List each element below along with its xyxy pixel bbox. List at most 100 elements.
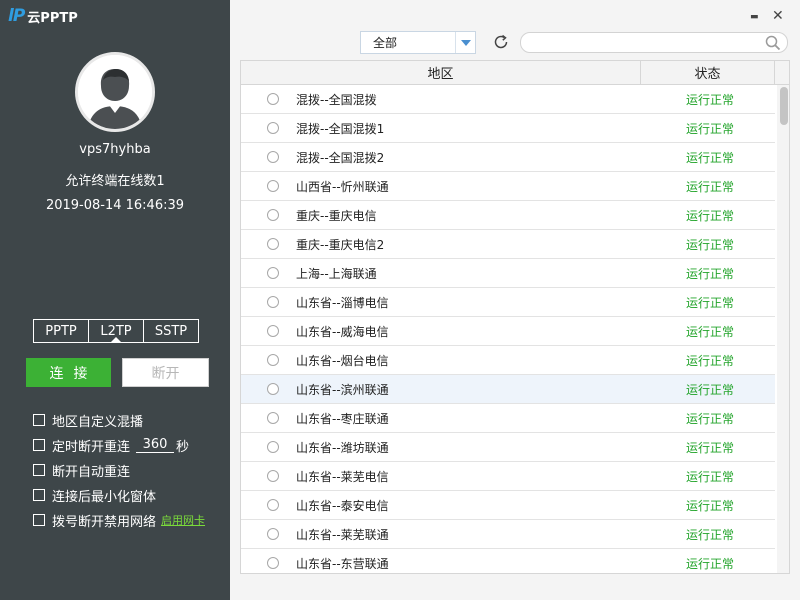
scrollbar-thumb[interactable] <box>780 87 788 125</box>
row-radio[interactable] <box>267 180 279 192</box>
seconds-unit: 秒 <box>176 439 190 455</box>
disable-network-label: 拨号断开禁用网络 <box>52 514 157 530</box>
row-status: 运行正常 <box>686 469 735 484</box>
region-filter-value: 全部 <box>373 36 398 50</box>
row-radio[interactable] <box>267 354 279 366</box>
table-row[interactable]: 山东省--潍坊联通 运行正常 <box>241 433 775 462</box>
row-region-name: 山东省--枣庄联通 <box>296 411 389 426</box>
search-icon[interactable] <box>765 35 781 51</box>
minimize-after-label: 连接后最小化窗体 <box>52 489 157 505</box>
sidebar: lP 云PPTP vps7hyhba 允许终端在线数1 2019-08-14 1… <box>0 0 230 600</box>
row-status: 运行正常 <box>686 266 735 281</box>
table-row[interactable]: 混拨--全国混拨1 运行正常 <box>241 114 775 143</box>
row-region-name: 山东省--滨州联通 <box>296 382 389 397</box>
row-status: 运行正常 <box>686 179 735 194</box>
row-radio[interactable] <box>267 557 279 569</box>
row-region-name: 山东省--莱芜联通 <box>296 527 389 542</box>
table-row[interactable]: 山东省--莱芜联通 运行正常 <box>241 520 775 549</box>
app-logo: lP 云PPTP <box>8 6 78 26</box>
enable-nic-link[interactable]: 启用网卡 <box>161 512 205 528</box>
row-status: 运行正常 <box>686 498 735 513</box>
row-status: 运行正常 <box>686 121 735 136</box>
table-row[interactable]: 山东省--枣庄联通 运行正常 <box>241 404 775 433</box>
disconnect-button[interactable]: 断开 <box>122 358 209 387</box>
reconnect-seconds-input[interactable]: 360 <box>136 437 175 453</box>
table-body: 混拨--全国混拨 运行正常 混拨--全国混拨1 运行正常 混拨--全国混拨2 运行正常 山西… <box>241 85 775 573</box>
row-region-name: 上海--上海联通 <box>296 266 377 281</box>
option-minimize-after: 连接后最小化窗体 <box>33 486 157 505</box>
row-status: 运行正常 <box>686 527 735 542</box>
row-status: 运行正常 <box>686 353 735 368</box>
row-radio[interactable] <box>267 238 279 250</box>
row-radio[interactable] <box>267 209 279 221</box>
table-row[interactable]: 混拨--全国混拨 运行正常 <box>241 85 775 114</box>
row-status: 运行正常 <box>686 382 735 397</box>
option-timed-reconnect: 定时断开重连 360 秒 <box>33 436 190 455</box>
row-region-name: 山东省--威海电信 <box>296 324 389 339</box>
row-status: 运行正常 <box>686 237 735 252</box>
row-region-name: 山东省--莱芜电信 <box>296 469 389 484</box>
row-region-name: 重庆--重庆电信 <box>296 208 377 223</box>
row-radio[interactable] <box>267 412 279 424</box>
row-radio[interactable] <box>267 296 279 308</box>
row-status: 运行正常 <box>686 411 735 426</box>
table-row[interactable]: 山东省--泰安电信 运行正常 <box>241 491 775 520</box>
tab-sstp[interactable]: SSTP <box>143 319 199 343</box>
row-radio[interactable] <box>267 151 279 163</box>
option-auto-reconnect: 断开自动重连 <box>33 461 130 480</box>
connect-button[interactable]: 连接 <box>26 358 111 387</box>
row-radio[interactable] <box>267 383 279 395</box>
table-row[interactable]: 山东省--莱芜电信 运行正常 <box>241 462 775 491</box>
region-filter-select[interactable]: 全部 <box>360 31 476 54</box>
table-scrollbar[interactable] <box>777 85 789 573</box>
table-row[interactable]: 混拨--全国混拨2 运行正常 <box>241 143 775 172</box>
search-box <box>520 32 788 53</box>
refresh-icon[interactable] <box>492 33 510 51</box>
disable-network-checkbox[interactable] <box>33 514 45 526</box>
row-status: 运行正常 <box>686 92 735 107</box>
protocol-tabs: PPTP L2TP SSTP <box>33 319 199 343</box>
table-row[interactable]: 山西省--忻州联通 运行正常 <box>241 172 775 201</box>
table-row[interactable]: 山东省--烟台电信 运行正常 <box>241 346 775 375</box>
row-region-name: 重庆--重庆电信2 <box>296 237 385 252</box>
row-radio[interactable] <box>267 325 279 337</box>
auto-reconnect-checkbox[interactable] <box>33 464 45 476</box>
device-limit: 允许终端在线数1 <box>65 174 165 189</box>
row-status: 运行正常 <box>686 556 735 571</box>
minimize-button[interactable]: ▬ <box>750 12 759 22</box>
search-input[interactable] <box>531 35 756 50</box>
timed-reconnect-checkbox[interactable] <box>33 439 45 451</box>
table-row[interactable]: 山东省--东营联通 运行正常 <box>241 549 775 573</box>
custom-mix-checkbox[interactable] <box>33 414 45 426</box>
table-row[interactable]: 上海--上海联通 运行正常 <box>241 259 775 288</box>
custom-mix-label: 地区自定义混播 <box>52 414 144 430</box>
column-header-region[interactable]: 地区 <box>241 61 641 84</box>
table-header: 地区 状态 <box>241 61 789 85</box>
username: vps7hyhba <box>79 142 151 157</box>
row-status: 运行正常 <box>686 295 735 310</box>
row-radio[interactable] <box>267 470 279 482</box>
chevron-down-icon[interactable] <box>455 32 475 53</box>
row-region-name: 混拨--全国混拨1 <box>296 121 385 136</box>
option-disable-network: 拨号断开禁用网络 启用网卡 <box>33 511 205 530</box>
table-row[interactable]: 重庆--重庆电信2 运行正常 <box>241 230 775 259</box>
table-row[interactable]: 重庆--重庆电信 运行正常 <box>241 201 775 230</box>
tab-pptp[interactable]: PPTP <box>33 319 89 343</box>
table-row[interactable]: 山东省--淄博电信 运行正常 <box>241 288 775 317</box>
row-radio[interactable] <box>267 528 279 540</box>
row-radio[interactable] <box>267 93 279 105</box>
row-radio[interactable] <box>267 267 279 279</box>
row-status: 运行正常 <box>686 440 735 455</box>
table-row[interactable]: 山东省--威海电信 运行正常 <box>241 317 775 346</box>
row-region-name: 混拨--全国混拨 <box>296 92 377 107</box>
row-radio[interactable] <box>267 499 279 511</box>
app-title: 云PPTP <box>27 10 78 26</box>
tab-l2tp[interactable]: L2TP <box>88 319 144 343</box>
row-radio[interactable] <box>267 122 279 134</box>
row-region-name: 山东省--潍坊联通 <box>296 440 389 455</box>
row-radio[interactable] <box>267 441 279 453</box>
column-header-status[interactable]: 状态 <box>641 61 775 84</box>
table-row[interactable]: 山东省--滨州联通 运行正常 <box>241 375 775 404</box>
minimize-after-checkbox[interactable] <box>33 489 45 501</box>
close-button[interactable]: ✕ <box>772 8 784 24</box>
